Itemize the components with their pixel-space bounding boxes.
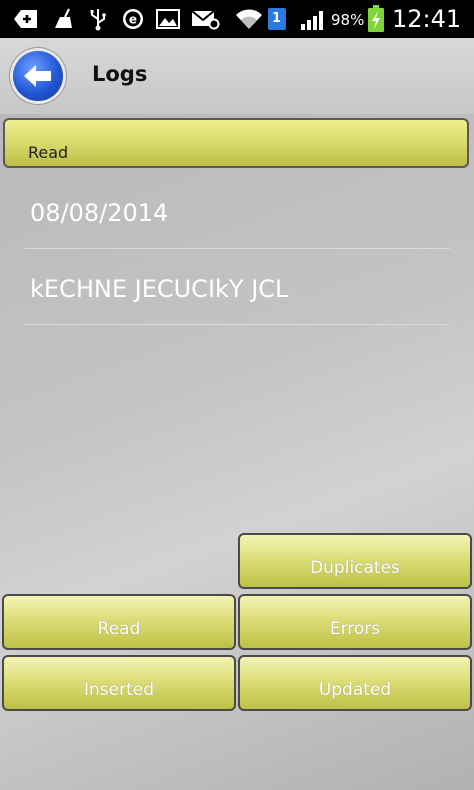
sim-slot-number: 1 xyxy=(272,11,282,26)
updated-button[interactable]: Updated xyxy=(238,655,472,711)
errors-button-label: Errors xyxy=(329,619,381,639)
tab-header-read[interactable]: Read xyxy=(3,118,469,168)
duplicates-button[interactable]: Duplicates xyxy=(238,533,472,589)
battery-percent: 98% xyxy=(331,11,365,29)
errors-button[interactable]: Errors xyxy=(238,594,472,650)
add-box-icon xyxy=(12,7,40,31)
log-entry-text: kECHNE JECUCIkY JCL xyxy=(30,275,289,303)
image-icon xyxy=(154,7,182,31)
read-button-label: Read xyxy=(97,619,141,639)
updated-button-label: Updated xyxy=(318,680,392,700)
usb-icon xyxy=(86,7,110,31)
back-arrow-icon xyxy=(24,65,51,87)
browser-e-icon: e xyxy=(120,7,146,31)
signal-strength-icon xyxy=(300,7,328,31)
svg-text:e: e xyxy=(129,13,137,27)
log-date-text: 08/08/2014 xyxy=(30,199,169,227)
wifi-icon xyxy=(233,7,265,31)
back-button[interactable] xyxy=(13,51,63,101)
inserted-button-label: Inserted xyxy=(83,680,154,700)
content-area: Read 08/08/2014 kECHNE JECUCIkY JCL Dupl… xyxy=(0,114,474,790)
clock-time: 12:41 xyxy=(392,5,462,33)
log-row-date[interactable]: 08/08/2014 xyxy=(25,172,450,249)
email-settings-icon xyxy=(190,7,220,31)
battery-charging-icon xyxy=(366,5,386,32)
log-row-entry[interactable]: kECHNE JECUCIkY JCL xyxy=(25,249,450,325)
status-bar: e 1 98% 12:41 xyxy=(0,0,474,38)
tab-header-label: Read xyxy=(28,143,69,162)
read-button[interactable]: Read xyxy=(2,594,236,650)
cleaner-icon xyxy=(50,7,76,31)
inserted-button[interactable]: Inserted xyxy=(2,655,236,711)
action-bar: Logs xyxy=(0,38,474,114)
duplicates-button-label: Duplicates xyxy=(310,558,400,578)
page-title: Logs xyxy=(92,62,148,86)
